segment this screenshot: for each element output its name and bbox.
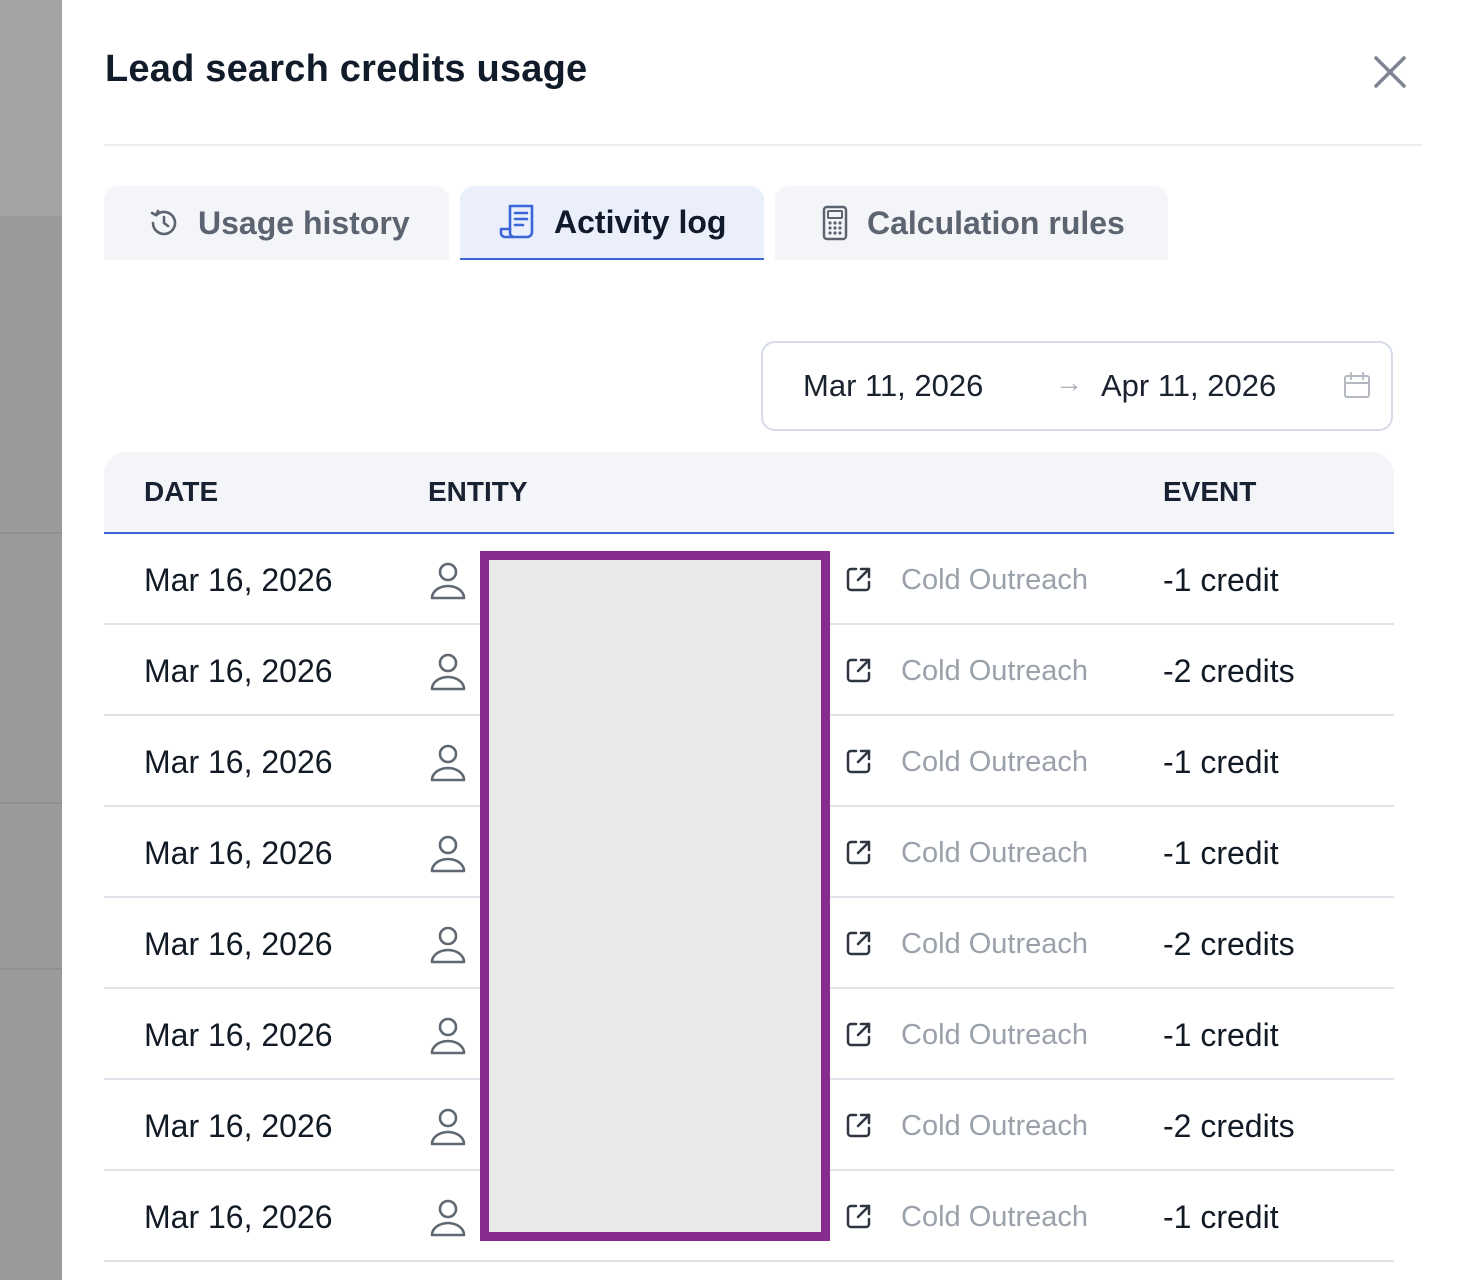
backdrop-divider: [0, 802, 62, 804]
receipt-icon: [498, 202, 538, 242]
start-date-input[interactable]: Mar 11, 2026: [803, 368, 983, 404]
row-source-link[interactable]: Cold Outreach: [901, 1019, 1088, 1052]
date-range-picker[interactable]: Mar 11, 2026 → Apr 11, 2026: [761, 341, 1393, 431]
external-link-icon[interactable]: [844, 928, 874, 963]
row-event: -1 credit: [1163, 1199, 1279, 1235]
row-source-link[interactable]: Cold Outreach: [901, 1110, 1088, 1143]
redacted-entity-names: [480, 551, 830, 1241]
row-event: -1 credit: [1163, 744, 1279, 780]
backdrop-divider: [0, 532, 62, 534]
row-event: -2 credits: [1163, 926, 1295, 962]
range-arrow: →: [1055, 367, 1083, 398]
row-date: Mar 16, 2026: [144, 835, 333, 871]
tab-activity-log[interactable]: Activity log: [460, 186, 764, 260]
person-icon: [428, 560, 468, 607]
header-divider: [104, 144, 1422, 146]
row-date: Mar 16, 2026: [144, 744, 333, 780]
row-source-link[interactable]: Cold Outreach: [901, 928, 1088, 961]
tab-label: Usage history: [198, 204, 410, 241]
external-link-icon[interactable]: [844, 1019, 874, 1054]
row-event: -1 credit: [1163, 835, 1279, 871]
backdrop-divider: [0, 968, 62, 970]
row-source-link[interactable]: Cold Outreach: [901, 1201, 1088, 1234]
credits-usage-modal: Lead search credits usage Usage history: [62, 0, 1462, 1280]
external-link-icon[interactable]: [844, 1110, 874, 1145]
row-date: Mar 16, 2026: [144, 1108, 333, 1144]
external-link-icon[interactable]: [844, 655, 874, 690]
table-header: DATE ENTITY EVENT: [104, 452, 1394, 534]
column-header-date[interactable]: DATE: [144, 476, 218, 508]
calculator-icon: [819, 205, 851, 241]
external-link-icon[interactable]: [844, 1201, 874, 1236]
person-icon: [428, 1106, 468, 1153]
row-date: Mar 16, 2026: [144, 562, 333, 598]
person-icon: [428, 924, 468, 971]
column-header-entity[interactable]: ENTITY: [428, 476, 528, 508]
close-icon: [1374, 56, 1406, 88]
close-button[interactable]: [1366, 48, 1414, 96]
row-source-link[interactable]: Cold Outreach: [901, 837, 1088, 870]
row-event: -1 credit: [1163, 562, 1279, 598]
row-date: Mar 16, 2026: [144, 1017, 333, 1053]
modal-backdrop[interactable]: [0, 0, 62, 1280]
row-date: Mar 16, 2026: [144, 926, 333, 962]
history-icon: [146, 205, 182, 241]
tab-label: Calculation rules: [867, 204, 1125, 241]
person-icon: [428, 651, 468, 698]
external-link-icon[interactable]: [844, 746, 874, 781]
calendar-icon[interactable]: [1343, 372, 1371, 408]
tab-label: Activity log: [554, 203, 727, 240]
person-icon: [428, 833, 468, 880]
person-icon: [428, 1015, 468, 1062]
row-source-link[interactable]: Cold Outreach: [901, 746, 1088, 779]
tab-usage-history[interactable]: Usage history: [104, 186, 449, 260]
external-link-icon[interactable]: [844, 564, 874, 599]
person-icon: [428, 1197, 468, 1244]
external-link-icon[interactable]: [844, 837, 874, 872]
backdrop-region: [0, 0, 62, 216]
row-event: -1 credit: [1163, 1017, 1279, 1053]
tab-calculation-rules[interactable]: Calculation rules: [775, 186, 1168, 260]
row-source-link[interactable]: Cold Outreach: [901, 564, 1088, 597]
row-source-link[interactable]: Cold Outreach: [901, 655, 1088, 688]
row-event: -2 credits: [1163, 653, 1295, 689]
column-header-event[interactable]: EVENT: [1163, 476, 1256, 508]
row-date: Mar 16, 2026: [144, 1199, 333, 1235]
end-date-input[interactable]: Apr 11, 2026: [1101, 368, 1276, 404]
person-icon: [428, 742, 468, 789]
row-event: -2 credits: [1163, 1108, 1295, 1144]
modal-title: Lead search credits usage: [105, 48, 588, 90]
row-date: Mar 16, 2026: [144, 653, 333, 689]
